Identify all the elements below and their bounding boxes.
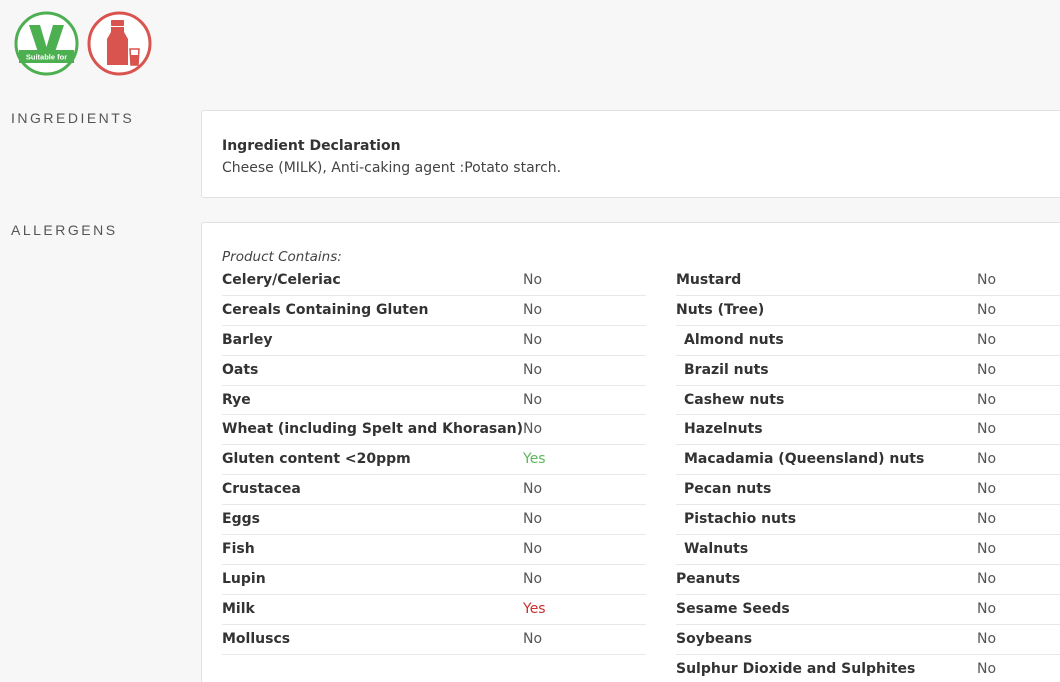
allergen-row: Soybeans No: [676, 625, 1060, 655]
allergen-name: Celery/Celeriac: [222, 272, 341, 288]
ingredients-section-label: INGREDIENTS: [11, 110, 135, 126]
allergen-name: Gluten content <20ppm: [222, 451, 411, 468]
allergen-row: Pecan nuts No: [676, 475, 1060, 506]
allergen-name: Oats: [222, 361, 259, 378]
vegetarian-badge-icon: Suitable for: [14, 11, 79, 76]
ingredient-declaration-title: Ingredient Declaration: [222, 138, 401, 154]
allergen-name: Fish: [222, 541, 255, 558]
allergen-name: Molluscs: [222, 630, 291, 647]
allergen-name: Walnuts: [684, 541, 749, 558]
allergen-row: Cereals Containing Gluten No: [222, 296, 646, 326]
allergen-row: Rye No: [222, 386, 646, 416]
allergen-value: No: [977, 630, 997, 647]
allergen-row: Molluscs No: [222, 625, 646, 655]
allergen-value: No: [977, 570, 997, 587]
allergen-value: No: [977, 541, 997, 558]
allergen-name: Soybeans: [676, 630, 753, 647]
allergen-name: Mustard: [676, 272, 742, 288]
allergen-name: Eggs: [222, 511, 260, 528]
allergen-name: Macadamia (Queensland) nuts: [684, 451, 925, 468]
allergen-name: Wheat (including Spelt and Khorasan): [222, 421, 524, 438]
allergen-row: Almond nuts No: [676, 326, 1060, 356]
allergen-row: Eggs No: [222, 505, 646, 536]
allergen-value: No: [977, 511, 997, 528]
allergen-name: Hazelnuts: [684, 421, 763, 438]
allergen-value: No: [523, 361, 543, 378]
allergen-row: Nuts (Tree) No: [676, 296, 1060, 326]
allergen-value: No: [523, 630, 543, 647]
allergen-row: Crustacea No: [222, 475, 646, 506]
allergen-row: Wheat (including Spelt and Khorasan) No: [222, 415, 646, 446]
allergen-row: Milk Yes: [222, 595, 646, 625]
allergen-value: No: [523, 272, 543, 288]
allergen-row: Oats No: [222, 356, 646, 386]
allergen-value: Yes: [523, 600, 546, 617]
allergen-value: No: [523, 481, 543, 498]
milk-bottle-icon: [87, 11, 152, 76]
allergen-value: No: [977, 481, 997, 498]
allergen-row: Brazil nuts No: [676, 356, 1060, 386]
allergen-name: Rye: [222, 391, 251, 408]
allergen-row: Mustard No: [676, 266, 1060, 296]
allergen-row: Pistachio nuts No: [676, 505, 1060, 536]
allergen-value: No: [977, 660, 997, 677]
allergen-row: Lupin No: [222, 565, 646, 595]
allergen-value: No: [977, 272, 997, 288]
ingredient-declaration-text: Cheese (MILK), Anti-caking agent :Potato…: [222, 160, 562, 176]
allergen-name: Crustacea: [222, 481, 301, 498]
allergen-row: Sesame Seeds No: [676, 595, 1060, 625]
allergen-list-left: Celery/Celeriac No Cereals Containing Glu…: [222, 266, 646, 655]
allergen-value: No: [523, 511, 543, 528]
allergen-row: Cashew nuts No: [676, 386, 1060, 416]
allergen-name: Sesame Seeds: [676, 600, 790, 617]
allergen-name: Milk: [222, 600, 255, 617]
allergen-value: Yes: [523, 451, 546, 468]
allergen-name: Cereals Containing Gluten: [222, 301, 429, 318]
ingredients-card: Ingredient Declaration Cheese (MILK), An…: [201, 110, 1060, 198]
allergen-value: No: [977, 361, 997, 378]
veg-badge-text: Suitable for: [26, 53, 67, 62]
allergens-card: Product Contains: Celery/Celeriac No Cere…: [201, 222, 1060, 682]
allergen-value: No: [523, 570, 543, 587]
allergen-value: No: [523, 331, 543, 348]
allergen-name: Sulphur Dioxide and Sulphites: [676, 660, 916, 677]
allergen-row: Gluten content <20ppm Yes: [222, 445, 646, 476]
allergen-name: Pecan nuts: [684, 481, 772, 498]
allergen-row: Fish No: [222, 535, 646, 565]
allergen-list-right: Mustard No Nuts (Tree) No Almond nuts No Br…: [676, 266, 1060, 682]
allergen-name: Peanuts: [676, 570, 741, 587]
allergen-value: No: [977, 331, 997, 348]
allergen-value: No: [977, 301, 997, 318]
allergen-value: No: [977, 421, 997, 438]
allergen-name: Nuts (Tree): [676, 301, 765, 318]
allergen-value: No: [977, 451, 997, 468]
allergen-name: Cashew nuts: [684, 391, 785, 408]
allergen-value: No: [523, 391, 543, 408]
product-contains-label: Product Contains:: [222, 249, 342, 265]
allergen-name: Barley: [222, 331, 273, 348]
allergen-row: Peanuts No: [676, 565, 1060, 595]
allergen-row: Hazelnuts No: [676, 415, 1060, 446]
allergen-row: Sulphur Dioxide and Sulphites No: [676, 655, 1060, 682]
allergen-row: Walnuts No: [676, 535, 1060, 565]
allergen-name: Almond nuts: [684, 331, 784, 348]
allergen-row: Celery/Celeriac No: [222, 266, 646, 296]
allergen-name: Lupin: [222, 570, 266, 587]
allergen-name: Brazil nuts: [684, 361, 769, 378]
allergen-value: No: [523, 541, 543, 558]
allergen-row: Macadamia (Queensland) nuts No: [676, 445, 1060, 476]
allergen-value: No: [523, 421, 543, 438]
allergen-value: No: [523, 301, 543, 318]
allergen-value: No: [977, 600, 997, 617]
allergen-value: No: [977, 391, 997, 408]
allergen-row: Barley No: [222, 326, 646, 356]
allergens-section-label: ALLERGENS: [11, 222, 118, 238]
allergen-name: Pistachio nuts: [684, 511, 797, 528]
